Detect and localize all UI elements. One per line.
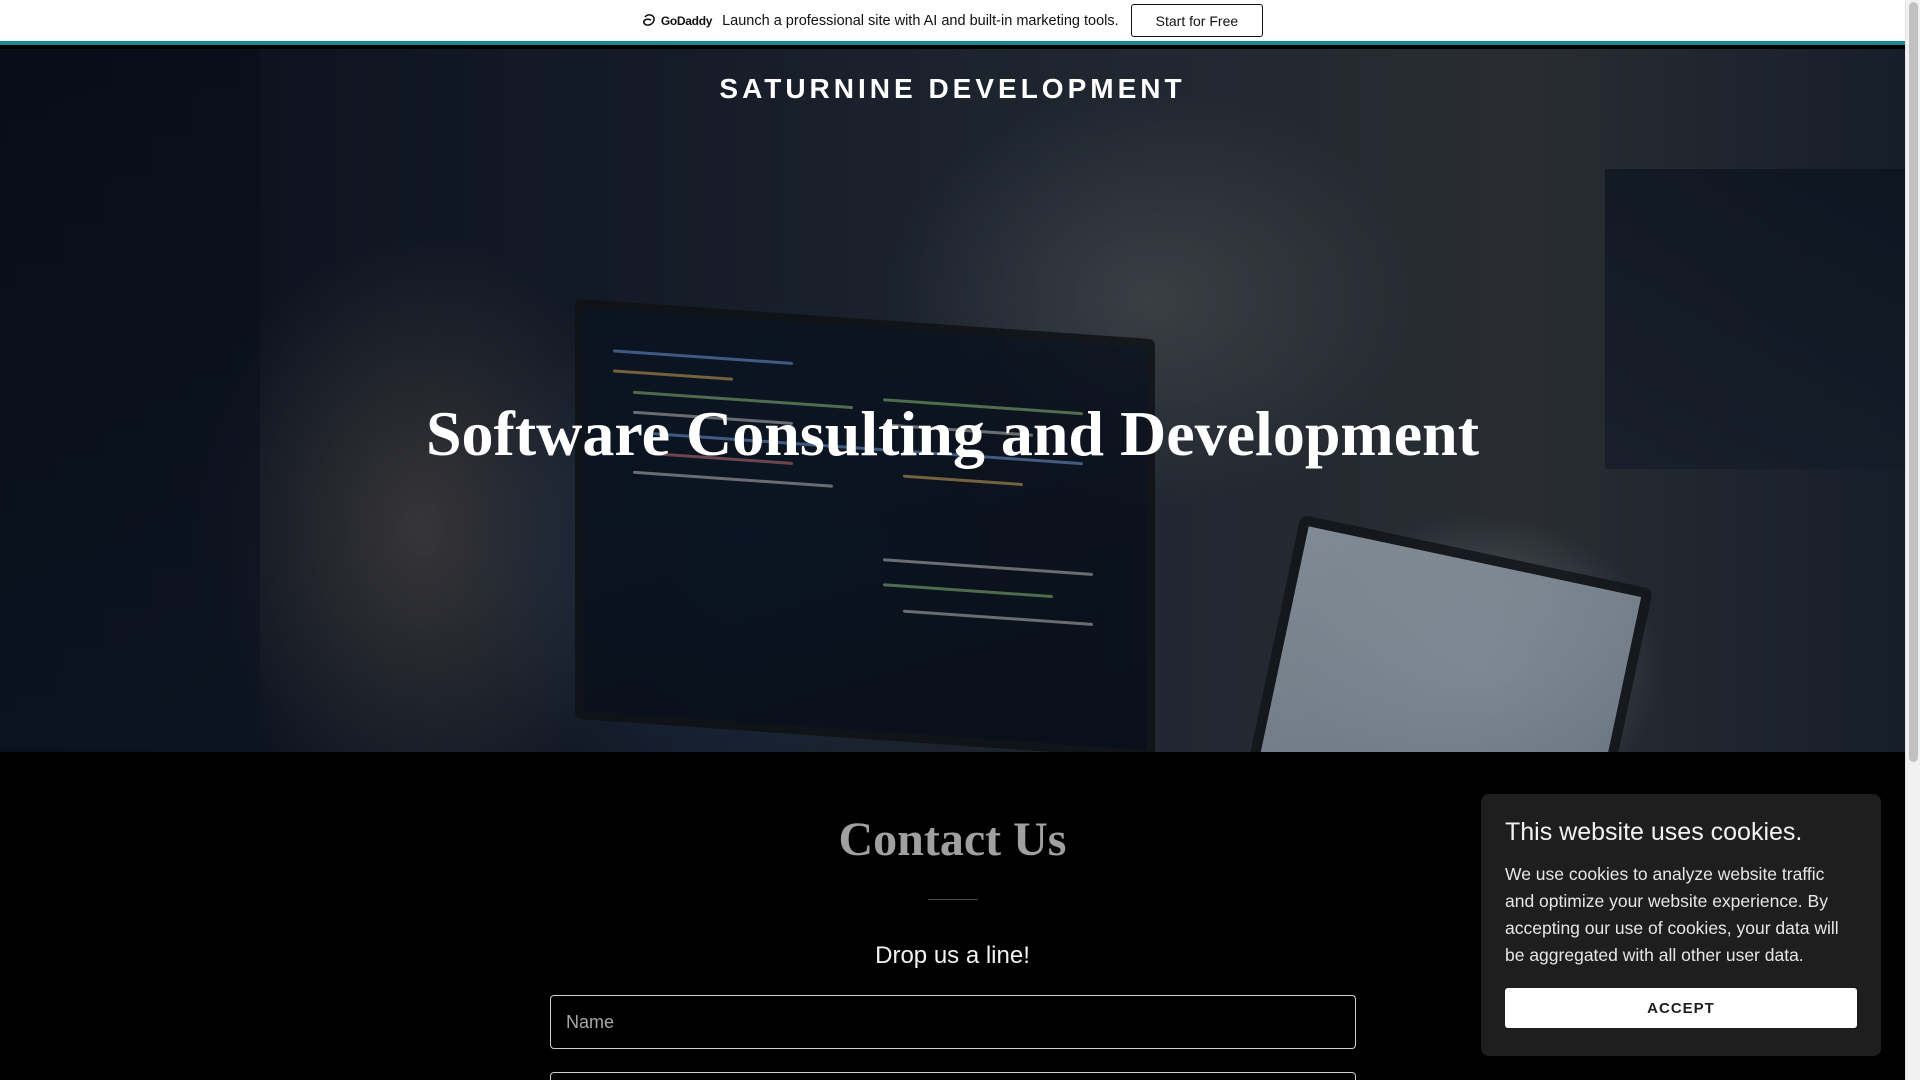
section-divider <box>928 899 978 900</box>
godaddy-logo[interactable]: GoDaddy <box>642 14 712 28</box>
start-for-free-button[interactable]: Start for Free <box>1130 4 1264 37</box>
godaddy-logo-text: GoDaddy <box>660 13 713 28</box>
email-input[interactable] <box>550 1072 1356 1080</box>
name-input[interactable] <box>550 995 1356 1049</box>
page-scrollbar[interactable] <box>1905 0 1920 1080</box>
godaddy-logo-icon <box>642 13 655 26</box>
cookie-title: This website uses cookies. <box>1505 818 1803 846</box>
site-title[interactable]: SATURNINE DEVELOPMENT <box>0 73 1905 105</box>
hero-heading: Software Consulting and Development <box>425 398 1480 469</box>
hero-section: SATURNINE DEVELOPMENT Software Consultin… <box>0 49 1905 752</box>
scrollbar-thumb[interactable] <box>1909 2 1918 762</box>
promo-message: Launch a professional site with AI and b… <box>722 12 1119 29</box>
cookie-message: We use cookies to analyze website traffi… <box>1505 864 1839 965</box>
promo-bar: GoDaddy Launch a professional site with … <box>0 0 1905 45</box>
accept-cookies-button[interactable]: ACCEPT <box>1505 988 1857 1028</box>
cookie-dialog: This website uses cookies. We use cookie… <box>1481 794 1881 1056</box>
